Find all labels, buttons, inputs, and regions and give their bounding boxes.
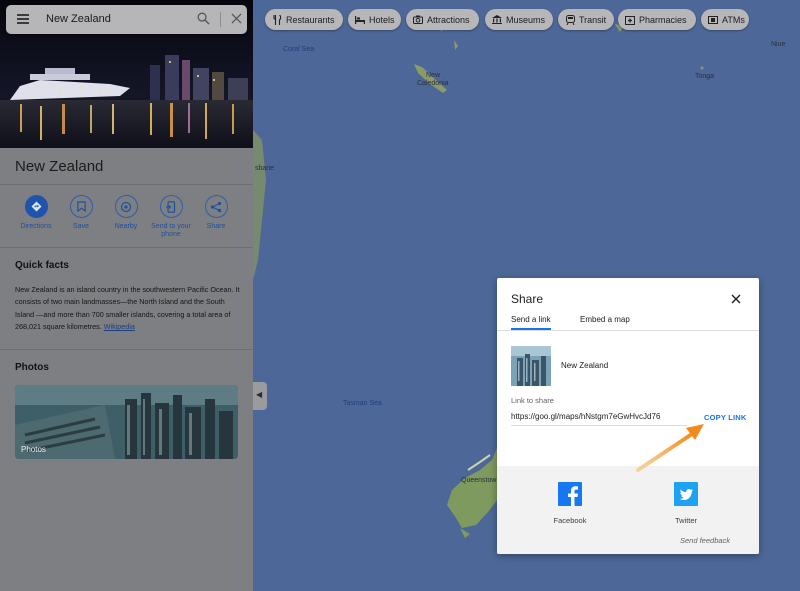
divider bbox=[0, 184, 253, 185]
send-to-phone-label: Send to your phone bbox=[151, 223, 191, 238]
quick-facts-title: Quick facts bbox=[15, 260, 69, 271]
hero-photo[interactable]: New Zealand bbox=[0, 0, 253, 148]
camera-icon bbox=[413, 15, 423, 25]
search-input[interactable]: New Zealand bbox=[46, 13, 111, 25]
share-icon bbox=[204, 195, 228, 218]
city-aerial-photo bbox=[15, 385, 238, 459]
map-label-brisbane: sbane bbox=[255, 165, 275, 172]
send-to-phone-button[interactable]: Send to your phone bbox=[148, 195, 194, 239]
link-to-share-label: Link to share bbox=[511, 396, 554, 405]
social-share-section: Facebook Twitter Send feedback bbox=[497, 466, 759, 554]
save-button[interactable]: Save bbox=[58, 195, 104, 231]
save-label: Save bbox=[73, 223, 89, 230]
bookmark-icon bbox=[69, 195, 93, 218]
map-label-new-caledonia-2: Caledonia bbox=[417, 80, 449, 87]
chip-transit[interactable]: Transit bbox=[558, 9, 614, 30]
chip-label: Restaurants bbox=[286, 14, 335, 25]
map-label-tonga: Tonga bbox=[695, 73, 715, 80]
chip-label: Attractions bbox=[427, 14, 470, 25]
close-icon[interactable] bbox=[731, 294, 741, 304]
chip-label: Museums bbox=[506, 14, 546, 25]
chip-hotels[interactable]: Hotels bbox=[348, 9, 401, 30]
share-url-field[interactable]: https://goo.gl/maps/hNstgm7eGwHvcJd76 bbox=[511, 412, 687, 426]
nearby-label: Nearby bbox=[114, 223, 138, 230]
map-label-coral-sea: Coral Sea bbox=[283, 46, 315, 53]
phone-icon bbox=[159, 195, 183, 218]
chip-atms[interactable]: ATMs bbox=[701, 9, 749, 30]
nearby-icon bbox=[114, 195, 138, 218]
dialog-title: Share bbox=[511, 292, 544, 306]
divider bbox=[0, 349, 253, 350]
search-icon[interactable] bbox=[197, 12, 210, 25]
photos-card[interactable]: Photos bbox=[15, 385, 238, 459]
place-side-panel: New Zealand New Zealand Directions Save … bbox=[0, 0, 253, 591]
map-label-queenstown: Queenstow bbox=[461, 477, 497, 484]
twitter-icon bbox=[674, 482, 698, 506]
copy-link-button[interactable]: COPY LINK bbox=[704, 413, 747, 422]
photos-card-label: Photos bbox=[21, 445, 46, 454]
photos-title: Photos bbox=[15, 362, 49, 373]
twitter-label: Twitter bbox=[674, 516, 698, 525]
twitter-share-button[interactable]: Twitter bbox=[656, 482, 716, 525]
map-label-new-caledonia-1: New bbox=[426, 72, 441, 79]
facebook-share-button[interactable]: Facebook bbox=[540, 482, 600, 525]
collapse-panel-button[interactable]: ◀ bbox=[253, 382, 267, 410]
tab-send-link[interactable]: Send a link bbox=[511, 315, 551, 324]
place-title: New Zealand bbox=[15, 158, 104, 175]
nearby-button[interactable]: Nearby bbox=[103, 195, 149, 231]
place-thumbnail bbox=[511, 346, 551, 386]
send-feedback-link[interactable]: Send feedback bbox=[680, 536, 730, 545]
directions-label: Directions bbox=[20, 223, 52, 230]
map-label-tasman-sea: Tasman Sea bbox=[343, 400, 382, 407]
directions-icon bbox=[24, 195, 48, 218]
museum-icon bbox=[492, 15, 502, 25]
train-icon bbox=[565, 14, 575, 25]
share-button[interactable]: Share bbox=[193, 195, 239, 231]
atm-icon bbox=[708, 15, 718, 25]
map-label-niue: Niue bbox=[771, 41, 786, 48]
pharmacy-icon bbox=[625, 15, 635, 25]
menu-icon[interactable] bbox=[17, 14, 29, 24]
share-place-name: New Zealand bbox=[561, 361, 609, 370]
chip-pharmacies[interactable]: Pharmacies bbox=[618, 9, 696, 30]
tab-embed-map[interactable]: Embed a map bbox=[580, 315, 630, 324]
chevron-left-icon: ◀ bbox=[256, 390, 263, 399]
directions-button[interactable]: Directions bbox=[13, 195, 59, 231]
share-label: Share bbox=[206, 223, 226, 230]
quick-facts-text: New Zealand is an island country in the … bbox=[15, 284, 243, 334]
search-divider bbox=[220, 12, 221, 27]
divider bbox=[0, 247, 253, 248]
chip-attractions[interactable]: Attractions bbox=[406, 9, 479, 30]
facebook-label: Facebook bbox=[553, 516, 587, 525]
search-box[interactable]: New Zealand bbox=[6, 5, 247, 34]
chip-restaurants[interactable]: Restaurants bbox=[265, 9, 343, 30]
tab-divider bbox=[497, 330, 759, 331]
action-row: Directions Save Nearby Send to your phon… bbox=[0, 195, 253, 245]
share-dialog: Share Send a link Embed a map New Zealan… bbox=[497, 278, 759, 554]
chip-label: Hotels bbox=[369, 14, 395, 25]
bed-icon bbox=[355, 15, 365, 25]
wikipedia-link[interactable]: Wikipedia bbox=[104, 322, 135, 331]
facebook-icon bbox=[558, 482, 582, 506]
chip-label: Pharmacies bbox=[639, 14, 687, 25]
clear-icon[interactable] bbox=[231, 13, 242, 24]
chip-label: ATMs bbox=[722, 14, 745, 25]
fork-knife-icon bbox=[272, 14, 282, 25]
chip-museums[interactable]: Museums bbox=[485, 9, 553, 30]
chip-label: Transit bbox=[579, 14, 607, 25]
